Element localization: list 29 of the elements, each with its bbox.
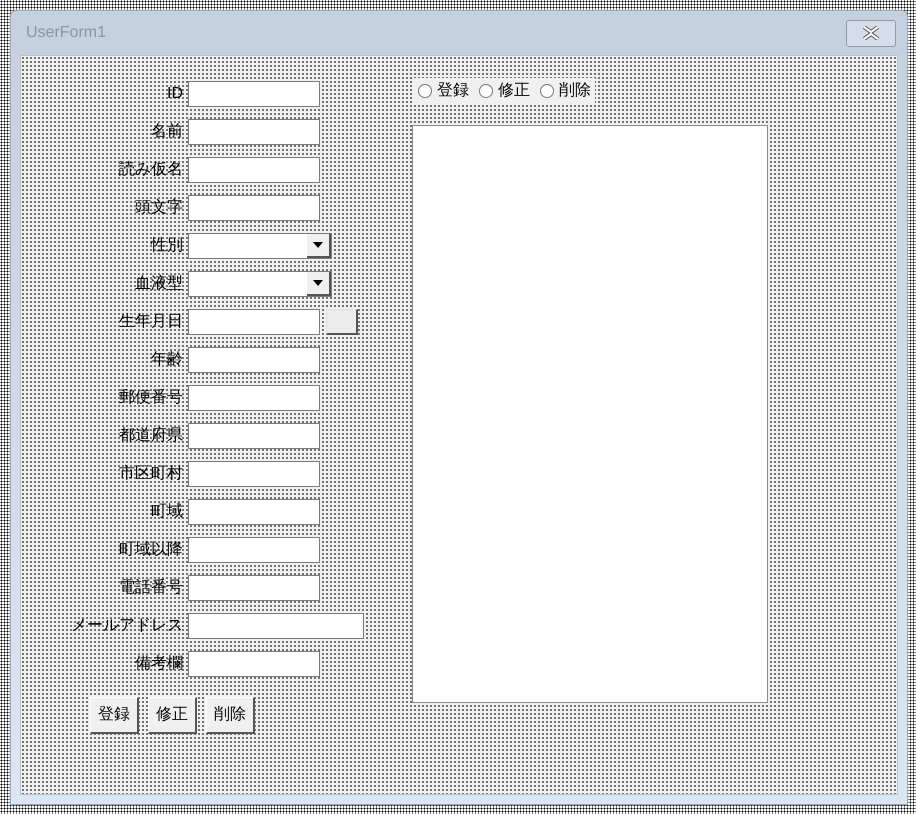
input-field[interactable] <box>188 157 320 183</box>
input-field[interactable] <box>188 575 320 601</box>
input-field[interactable] <box>188 651 320 677</box>
input-field[interactable] <box>188 461 320 487</box>
radio-option[interactable]: 削除 <box>540 79 591 103</box>
input-field[interactable] <box>188 385 320 411</box>
dropdown-field[interactable] <box>188 233 332 259</box>
close-icon <box>862 26 880 40</box>
input-field[interactable] <box>188 423 320 449</box>
input-field[interactable] <box>188 81 320 107</box>
field-label: 頭文字 <box>135 198 183 218</box>
input-field[interactable] <box>188 499 320 525</box>
radio-option[interactable]: 修正 <box>479 79 530 103</box>
close-button[interactable] <box>846 20 896 46</box>
dropdown-field[interactable] <box>188 271 332 297</box>
action-button[interactable]: 削除 <box>206 697 255 734</box>
action-button[interactable]: 登録 <box>90 697 139 734</box>
input-field[interactable] <box>188 537 320 563</box>
input-field[interactable] <box>188 347 320 373</box>
radio-option[interactable]: 登録 <box>418 79 469 103</box>
input-field[interactable] <box>188 195 320 221</box>
input-field[interactable] <box>188 119 320 145</box>
input-field[interactable] <box>188 613 364 639</box>
field-label: ID <box>167 84 183 104</box>
field-label: 血液型 <box>135 274 183 294</box>
window-title: UserForm1 <box>26 23 106 43</box>
calendar-button[interactable] <box>326 309 358 335</box>
action-button[interactable]: 修正 <box>148 697 197 734</box>
input-field[interactable] <box>188 309 320 335</box>
